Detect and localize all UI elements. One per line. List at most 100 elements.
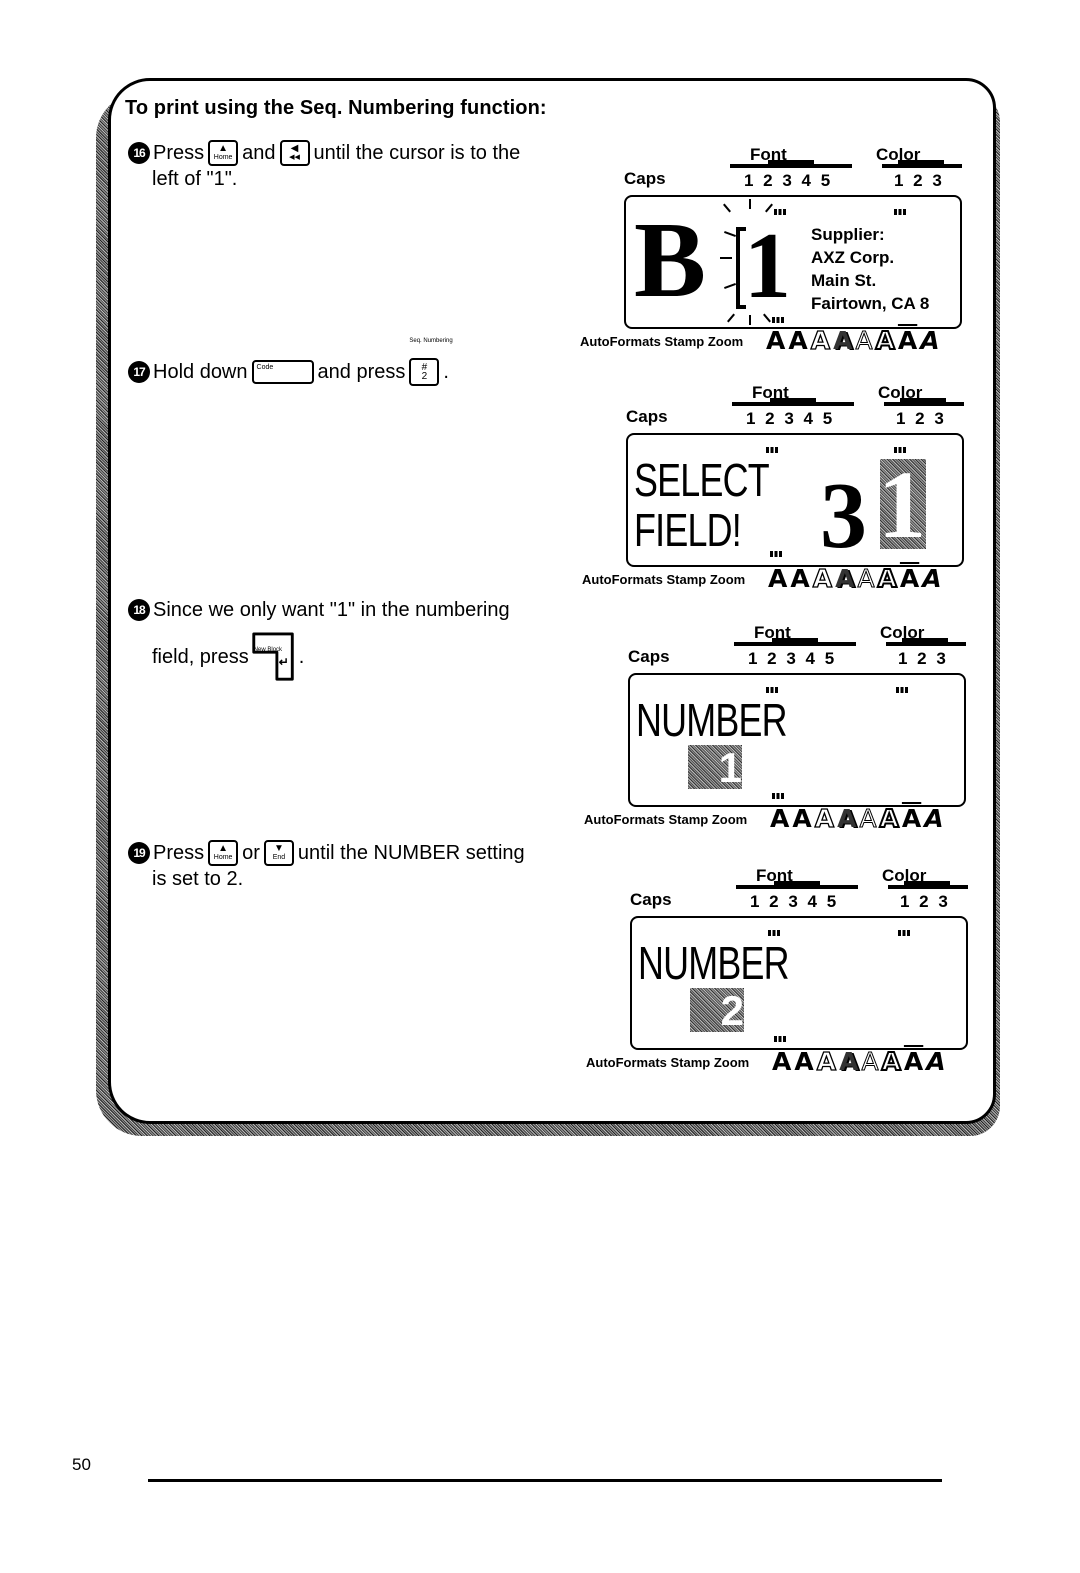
blink-ray xyxy=(723,203,731,213)
lcd-line-1: SELECT xyxy=(634,454,770,506)
step-text: until the cursor is to the xyxy=(313,142,521,164)
key-function-label: Seq. Numbering xyxy=(409,338,453,344)
key-label: ◀◀ xyxy=(289,154,300,161)
style-glyphs: A A A A A A A A xyxy=(768,564,942,593)
step-text: and press xyxy=(317,361,406,383)
enter-icon: ↵ xyxy=(278,655,289,669)
style-shadow-icon: A xyxy=(833,326,853,355)
caps-label: Caps xyxy=(630,890,672,909)
style-normal-icon: A xyxy=(772,1047,792,1076)
footer-rule xyxy=(148,1479,942,1482)
style-italic-icon: A xyxy=(922,564,942,593)
style-bold-icon: A xyxy=(792,804,812,833)
color-bar-highlight xyxy=(902,638,948,643)
indicator xyxy=(896,687,908,693)
style-frame-icon: A xyxy=(877,564,898,593)
home-key: ▲ Home xyxy=(208,840,239,866)
step-text: or xyxy=(242,842,260,864)
caps-label: Caps xyxy=(628,647,670,666)
style-italic-icon: A xyxy=(920,326,940,355)
up-arrow-icon: ▲ xyxy=(218,143,229,154)
font-numbers: 1 2 3 4 5 xyxy=(750,892,838,911)
lcd-panel-1: Font Color Caps 1 2 3 4 5 1 2 3 B 1 Supp… xyxy=(580,143,970,355)
step-19: 19 Press ▲ Home or ▼ End until the NUMBE… xyxy=(128,840,525,892)
address-line: Supplier: xyxy=(811,225,885,244)
style-shadow-icon: A xyxy=(839,1047,859,1076)
style-stripe-icon: A xyxy=(903,1047,924,1076)
step-number: 18 xyxy=(128,599,150,621)
key-label: 2 xyxy=(421,371,428,382)
step-text: Press xyxy=(153,842,205,864)
style-bold-icon: A xyxy=(790,564,810,593)
style-frame-icon: A xyxy=(879,804,900,833)
step-text: . xyxy=(298,646,305,668)
lcd-screen: B 1 Supplier: AXZ Corp. Main St. Fairtow… xyxy=(624,195,962,329)
end-key: ▼ End xyxy=(263,840,294,866)
lcd-large-letter: B xyxy=(634,201,707,320)
autoformats-label: AutoFormats Stamp Zoom xyxy=(582,572,746,587)
key-label: End xyxy=(272,854,286,861)
style-frame-icon: A xyxy=(881,1047,902,1076)
up-arrow-icon: ▲ xyxy=(218,843,229,854)
style-bold-icon: A xyxy=(794,1047,814,1076)
font-bar-highlight xyxy=(772,638,818,643)
color-numbers: 1 2 3 xyxy=(900,892,949,911)
page-number: 50 xyxy=(72,1455,91,1474)
style-italic-icon: A xyxy=(924,804,944,833)
key-label: Home xyxy=(213,154,233,161)
font-numbers: 1 2 3 4 5 xyxy=(748,649,836,668)
blink-ray xyxy=(720,257,732,259)
color-numbers: 1 2 3 xyxy=(894,171,943,190)
lcd-address-block: Supplier: AXZ Corp. Main St. Fairtown, C… xyxy=(811,223,929,315)
font-numbers: 1 2 3 4 5 xyxy=(746,409,834,428)
lcd-panel-4: Font Color Caps 1 2 3 4 5 1 2 3 NUMBER 2… xyxy=(586,864,976,1076)
step-number: 19 xyxy=(128,842,150,864)
lcd-line-1: NUMBER xyxy=(638,937,790,989)
style-solid-icon: A xyxy=(857,564,875,593)
caps-label: Caps xyxy=(624,169,666,188)
blink-ray xyxy=(724,231,736,237)
lcd-shaded-char: 1 xyxy=(688,745,742,789)
address-line: Main St. xyxy=(811,271,877,290)
step-text: field, press xyxy=(152,646,249,668)
step-text: and xyxy=(242,142,276,164)
key-label: Code xyxy=(256,364,274,371)
lcd-screen: SELECT FIELD! 3 1 xyxy=(626,433,964,567)
style-normal-icon: A xyxy=(768,564,788,593)
style-italic-icon: A xyxy=(926,1047,946,1076)
font-bar-highlight xyxy=(768,160,814,165)
style-stripe-icon: A xyxy=(897,326,918,355)
style-bold-icon: A xyxy=(788,326,808,355)
font-bar-highlight xyxy=(774,881,820,886)
blink-ray xyxy=(749,315,751,325)
lcd-digit: 3 xyxy=(820,464,867,567)
indicator xyxy=(770,551,782,557)
style-outline-icon: A xyxy=(810,326,831,355)
step-text: Press xyxy=(153,142,205,164)
lcd-cursor-char: 1 xyxy=(744,214,791,318)
blink-ray xyxy=(765,203,773,213)
key-label: Home xyxy=(213,854,233,861)
style-outline-icon: A xyxy=(812,564,833,593)
color-bar-highlight xyxy=(898,160,944,165)
caps-label: Caps xyxy=(626,407,668,426)
indicator xyxy=(772,793,784,799)
new-block-key: New Block ↵ xyxy=(251,631,297,683)
left-arrow-icon: ◀ xyxy=(290,143,299,154)
home-key: ▲ Home xyxy=(208,140,239,166)
color-numbers: 1 2 3 xyxy=(896,409,945,428)
style-outline-icon: A xyxy=(814,804,835,833)
section-title: To print using the Seq. Numbering functi… xyxy=(125,97,547,119)
style-stripe-icon: A xyxy=(901,804,922,833)
step-text: Hold down xyxy=(153,361,248,383)
style-outline-icon: A xyxy=(816,1047,837,1076)
style-solid-icon: A xyxy=(855,326,873,355)
style-glyphs: A A A A A A A A xyxy=(770,804,944,833)
down-arrow-icon: ▼ xyxy=(273,843,284,854)
font-bar-highlight xyxy=(770,398,816,403)
step-text: . xyxy=(443,361,449,383)
lcd-screen: NUMBER 2 xyxy=(630,916,968,1050)
step-number: 16 xyxy=(128,142,150,164)
address-line: AXZ Corp. xyxy=(811,248,895,267)
autoformats-label: AutoFormats Stamp Zoom xyxy=(586,1055,750,1070)
